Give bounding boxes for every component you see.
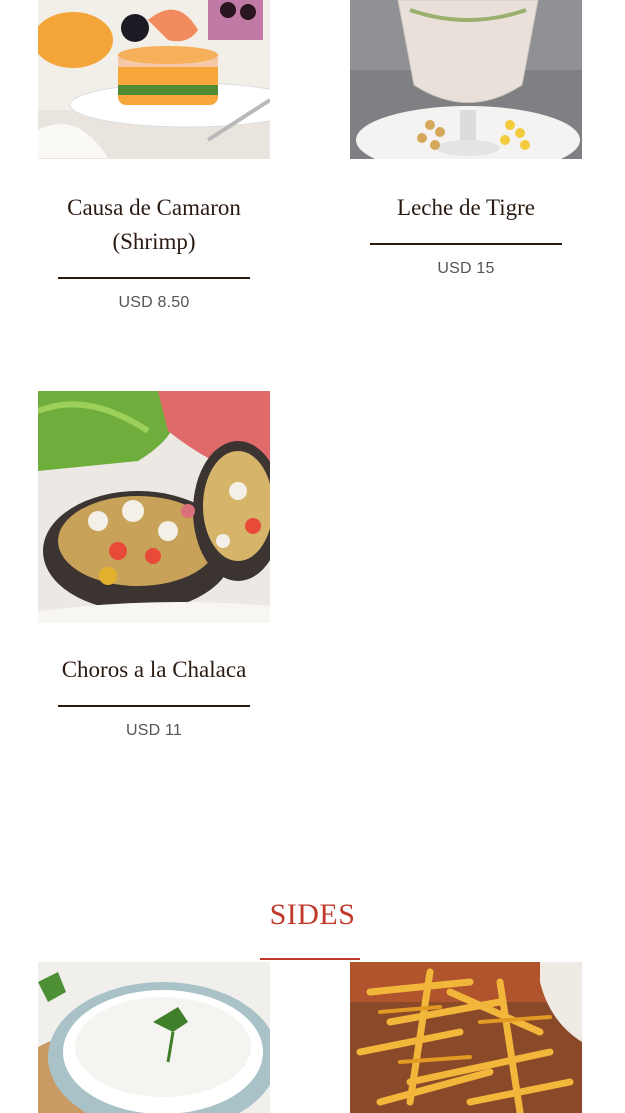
- item-name-line2: (Shrimp): [112, 229, 196, 254]
- menu-item-choros[interactable]: Choros a la Chalaca USD 11: [38, 391, 270, 740]
- item-name: Causa de Camaron (Shrimp): [38, 191, 270, 259]
- item-price: USD 8.50: [118, 294, 190, 311]
- sides-section-title: SIDES: [269, 898, 356, 931]
- menu-item-leche-de-tigre[interactable]: Leche de Tigre USD 15: [350, 0, 582, 278]
- white-rice-photo: [38, 962, 270, 1113]
- sides-section-divider: [260, 958, 360, 960]
- causa-photo: [38, 0, 270, 159]
- leche-de-tigre-photo: [350, 0, 582, 159]
- item-price: USD 15: [437, 260, 495, 277]
- side-item-fries[interactable]: [350, 962, 582, 1113]
- item-name: Leche de Tigre: [397, 195, 535, 220]
- menu-item-causa[interactable]: Causa de Camaron (Shrimp) USD 8.50: [38, 0, 270, 312]
- side-item-rice[interactable]: [38, 962, 270, 1113]
- french-fries-photo: [350, 962, 582, 1113]
- choros-photo: [38, 391, 270, 623]
- item-price: USD 11: [125, 722, 183, 739]
- item-name-line1: Causa de Camaron: [67, 195, 241, 220]
- item-name: Choros a la Chalaca: [61, 657, 247, 682]
